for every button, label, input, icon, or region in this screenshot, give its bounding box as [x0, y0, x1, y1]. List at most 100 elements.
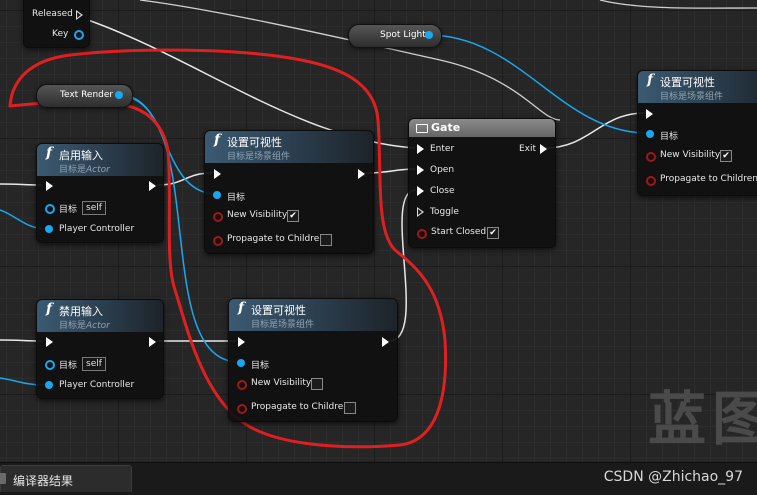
start-closed-checkbox[interactable]: ✔	[487, 227, 499, 239]
target-pin[interactable]	[213, 191, 221, 199]
document-icon	[0, 473, 6, 484]
spot-light-variable[interactable]: Spot Light	[348, 24, 442, 48]
gate-icon	[416, 124, 428, 133]
node-header: f 设置可视性 目标是场景组件	[205, 131, 373, 163]
player-controller-pin[interactable]	[45, 381, 53, 389]
new-visibility-pin[interactable]	[213, 212, 223, 222]
propagate-pin[interactable]	[213, 236, 223, 246]
node-subtitle: 目标是Actor	[59, 321, 110, 331]
new-visibility-checkbox[interactable]	[311, 378, 323, 390]
open-label: Open	[430, 165, 455, 175]
new-visibility-label: New Visibility	[227, 210, 288, 220]
self-value[interactable]: self	[82, 201, 106, 215]
propagate-checkbox[interactable]	[344, 402, 356, 414]
input-key-node[interactable]: Released Key	[23, 0, 90, 48]
target-pin[interactable]	[45, 360, 55, 370]
set-visibility-node-1[interactable]: f 设置可视性 目标是场景组件 目标 New Visibility ✔ Prop…	[204, 130, 374, 254]
propagate-label: Propagate to Children	[660, 174, 757, 184]
node-subtitle: 目标是场景组件	[251, 320, 315, 330]
open-pin[interactable]	[417, 165, 424, 175]
bottom-bar: 编译器结果 CSDN @Zhichao_97	[0, 462, 757, 495]
node-header: Gate	[409, 119, 555, 137]
released-exec-pin[interactable]	[76, 10, 83, 20]
player-controller-label: Player Controller	[59, 224, 135, 234]
function-icon: f	[46, 301, 53, 317]
close-label: Close	[430, 186, 455, 196]
new-visibility-checkbox[interactable]: ✔	[287, 210, 299, 222]
start-closed-pin[interactable]	[417, 229, 427, 239]
enter-pin[interactable]	[417, 144, 424, 154]
exit-pin[interactable]	[540, 144, 547, 154]
released-label: Released	[32, 9, 73, 19]
target-label: 目标	[660, 132, 679, 142]
function-icon: f	[214, 132, 221, 148]
start-closed-label: Start Closed	[431, 227, 487, 237]
exec-in-pin[interactable]	[46, 181, 53, 191]
node-title: Gate	[431, 121, 461, 134]
target-pin[interactable]	[646, 130, 654, 138]
propagate-pin[interactable]	[646, 176, 656, 186]
target-pin[interactable]	[45, 204, 55, 214]
target-pin[interactable]	[237, 359, 245, 367]
gate-node[interactable]: Gate Enter Exit Open Close Toggle Start …	[408, 118, 556, 248]
spot-light-output-pin[interactable]	[425, 31, 433, 39]
set-visibility-node-3[interactable]: f 设置可视性 目标是场景组件 目标 New Visibility ✔ Prop…	[637, 70, 757, 196]
exec-in-pin[interactable]	[46, 337, 53, 347]
node-subtitle: 目标是Actor	[59, 165, 110, 175]
propagate-label: Propagate to Children	[251, 402, 350, 412]
exec-in-pin[interactable]	[238, 337, 245, 347]
node-title: 设置可视性	[251, 304, 306, 317]
target-label: 目标	[59, 361, 78, 371]
key-label: Key	[52, 29, 69, 39]
function-icon: f	[647, 72, 654, 88]
tab-label: 编译器结果	[13, 474, 74, 488]
exec-out-pin[interactable]	[358, 169, 365, 179]
toggle-label: Toggle	[430, 207, 459, 217]
new-visibility-label: New Visibility	[251, 378, 312, 388]
blueprint-graph[interactable]: 蓝图 Released Key Spot Light Text Render f…	[0, 0, 757, 462]
target-label: 目标	[59, 205, 78, 215]
new-visibility-pin[interactable]	[646, 152, 656, 162]
player-controller-pin[interactable]	[45, 225, 53, 233]
exec-wire	[599, 0, 757, 9]
node-subtitle: 目标是场景组件	[660, 92, 724, 102]
node-title: 启用输入	[59, 149, 103, 162]
node-header: f 启用输入 目标是Actor	[37, 144, 163, 176]
node-title: 设置可视性	[227, 136, 282, 149]
self-value[interactable]: self	[82, 357, 106, 371]
propagate-pin[interactable]	[237, 404, 247, 414]
exec-out-pin[interactable]	[149, 337, 156, 347]
node-title: 设置可视性	[660, 76, 715, 89]
node-header: f 设置可视性 目标是场景组件	[638, 71, 757, 103]
enable-input-node[interactable]: f 启用输入 目标是Actor 目标 self Player Controlle…	[36, 143, 164, 243]
toggle-pin[interactable]	[417, 207, 424, 217]
function-icon: f	[46, 145, 53, 161]
disable-input-node[interactable]: f 禁用输入 目标是Actor 目标 self Player Controlle…	[36, 299, 164, 399]
credit-text: CSDN @Zhichao_97	[603, 469, 743, 485]
text-render-output-pin[interactable]	[115, 91, 123, 99]
key-pin[interactable]	[74, 30, 84, 40]
new-visibility-checkbox[interactable]: ✔	[720, 150, 732, 162]
player-controller-label: Player Controller	[59, 380, 135, 390]
close-pin[interactable]	[417, 186, 424, 196]
exec-out-pin[interactable]	[149, 181, 156, 191]
exit-label: Exit	[519, 144, 537, 154]
exec-wire	[544, 112, 646, 149]
new-visibility-label: New Visibility	[660, 150, 721, 160]
exec-in-pin[interactable]	[214, 169, 221, 179]
node-subtitle: 目标是场景组件	[227, 152, 291, 162]
enter-label: Enter	[430, 144, 455, 154]
propagate-checkbox[interactable]	[320, 234, 332, 246]
new-visibility-pin[interactable]	[237, 380, 247, 390]
node-header: f 设置可视性 目标是场景组件	[229, 299, 397, 331]
node-header: f 禁用输入 目标是Actor	[37, 300, 163, 332]
function-icon: f	[238, 300, 245, 316]
exec-out-pin[interactable]	[382, 337, 389, 347]
tab-compiler-results[interactable]: 编译器结果	[0, 465, 132, 492]
exec-in-pin[interactable]	[646, 109, 653, 119]
target-label: 目标	[251, 361, 270, 371]
spot-light-label: Spot Light	[380, 30, 426, 40]
set-visibility-node-2[interactable]: f 设置可视性 目标是场景组件 目标 New Visibility Propag…	[228, 298, 398, 422]
text-render-variable[interactable]: Text Render	[36, 84, 133, 108]
propagate-label: Propagate to Children	[227, 234, 326, 244]
